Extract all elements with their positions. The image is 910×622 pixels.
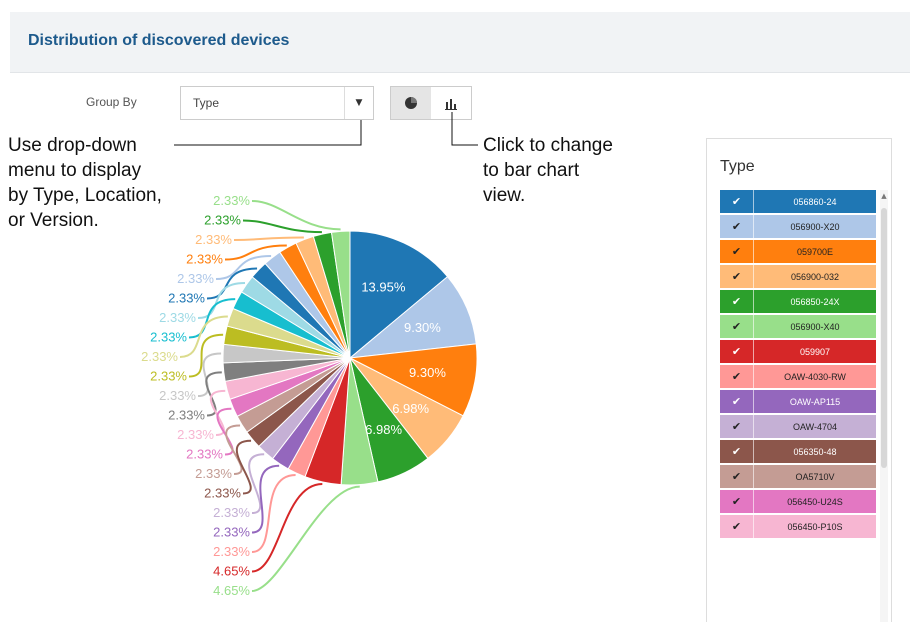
- legend-item-label: 056900-032: [790, 271, 840, 282]
- legend-item-label: 056450-U24S: [787, 496, 843, 507]
- slice-outer-label: 2.33%: [204, 486, 241, 501]
- legend-item[interactable]: ✔ 056860-24: [720, 190, 876, 213]
- legend-item-label: OA5710V: [795, 471, 835, 482]
- slice-label: 9.30%: [409, 365, 446, 380]
- scroll-up-icon[interactable]: ▲: [880, 192, 888, 200]
- check-icon[interactable]: ✔: [720, 440, 754, 463]
- slice-outer-label: 2.33%: [177, 427, 214, 442]
- legend-item-label: OAW-AP115: [789, 396, 841, 407]
- slice-outer-label: 2.33%: [141, 349, 178, 364]
- check-icon[interactable]: ✔: [720, 365, 754, 388]
- slice-outer-label: 2.33%: [213, 525, 250, 540]
- slice-outer-label: 2.33%: [168, 291, 205, 306]
- legend-item[interactable]: ✔ OAW-4704: [720, 415, 876, 438]
- legend-item[interactable]: ✔ 056450-U24S: [720, 490, 876, 513]
- legend-item[interactable]: ✔ 059907: [720, 340, 876, 363]
- slice-outer-label: 2.33%: [177, 271, 214, 286]
- check-icon[interactable]: ✔: [720, 240, 754, 263]
- legend-panel: Type ✔ 056860-24 ✔ 056900-X20 ✔ 059700E ✔ 05690…: [706, 138, 892, 622]
- legend-item-label: 056900-X40: [790, 321, 840, 332]
- callout-connector: [451, 112, 478, 146]
- leader-line: [251, 464, 280, 534]
- slice-outer-label: 2.33%: [168, 408, 205, 423]
- slice-label: 6.98%: [365, 422, 402, 437]
- legend-item-label: 056450-P10S: [787, 521, 843, 532]
- legend-item[interactable]: ✔ OAW-AP115: [720, 390, 876, 413]
- slice-outer-label: 2.33%: [150, 330, 187, 345]
- legend-item-label: 059700E: [796, 246, 834, 257]
- legend-title: Type: [720, 158, 755, 175]
- legend-item-label: OAW-4030-RW: [784, 371, 846, 382]
- callout-connector: [174, 120, 362, 146]
- slice-outer-label: 2.33%: [186, 252, 223, 267]
- leader-line: [251, 200, 341, 231]
- check-icon[interactable]: ✔: [720, 490, 754, 513]
- legend-item[interactable]: ✔ OA5710V: [720, 465, 876, 488]
- leader-line: [242, 219, 322, 234]
- legend-item[interactable]: ✔ 056900-032: [720, 265, 876, 288]
- slice-outer-label: 2.33%: [150, 369, 187, 384]
- check-icon[interactable]: ✔: [720, 515, 754, 538]
- slice-outer-label: 2.33%: [186, 447, 223, 462]
- legend-item-label: 056900-X20: [790, 221, 840, 232]
- slice-outer-label: 2.33%: [213, 505, 250, 520]
- legend-list: ✔ 056860-24 ✔ 056900-X20 ✔ 059700E ✔ 056900-032…: [720, 190, 876, 540]
- slice-outer-label: 2.33%: [213, 544, 250, 559]
- legend-item[interactable]: ✔ 059700E: [720, 240, 876, 263]
- slice-outer-label: 2.33%: [159, 388, 196, 403]
- legend-item[interactable]: ✔ 056900-X20: [720, 215, 876, 238]
- check-icon[interactable]: ✔: [720, 215, 754, 238]
- slice-outer-label: 4.65%: [213, 564, 250, 579]
- slice-label: 6.98%: [392, 401, 429, 416]
- check-icon[interactable]: ✔: [720, 315, 754, 338]
- check-icon[interactable]: ✔: [720, 390, 754, 413]
- slice-outer-label: 2.33%: [204, 213, 241, 228]
- check-icon[interactable]: ✔: [720, 290, 754, 313]
- leader-line: [251, 485, 360, 592]
- check-icon[interactable]: ✔: [720, 340, 754, 363]
- legend-item-label: 056350-48: [793, 446, 837, 457]
- slice-outer-label: 2.33%: [195, 232, 232, 247]
- scroll-thumb[interactable]: [881, 208, 887, 468]
- legend-item-label: 059907: [799, 346, 831, 357]
- legend-item-label: 056850-24X: [790, 296, 840, 307]
- slice-label: 13.95%: [361, 280, 406, 295]
- legend-item[interactable]: ✔ 056900-X40: [720, 315, 876, 338]
- check-icon[interactable]: ✔: [720, 465, 754, 488]
- slice-outer-label: 2.33%: [213, 193, 250, 208]
- check-icon[interactable]: ✔: [720, 190, 754, 213]
- slice-outer-label: 2.33%: [159, 310, 196, 325]
- legend-item[interactable]: ✔ 056350-48: [720, 440, 876, 463]
- slice-label: 9.30%: [404, 320, 441, 335]
- slice-outer-label: 2.33%: [195, 466, 232, 481]
- leader-line: [188, 333, 224, 378]
- legend-item-label: 056860-24: [793, 196, 837, 207]
- check-icon[interactable]: ✔: [720, 265, 754, 288]
- legend-item[interactable]: ✔ 056850-24X: [720, 290, 876, 313]
- leader-line: [233, 236, 304, 241]
- slice-outer-label: 4.65%: [213, 583, 250, 598]
- legend-item[interactable]: ✔ 056450-P10S: [720, 515, 876, 538]
- legend-item[interactable]: ✔ OAW-4030-RW: [720, 365, 876, 388]
- check-icon[interactable]: ✔: [720, 415, 754, 438]
- legend-scrollbar[interactable]: ▲: [880, 190, 888, 622]
- legend-item-label: OAW-4704: [792, 421, 838, 432]
